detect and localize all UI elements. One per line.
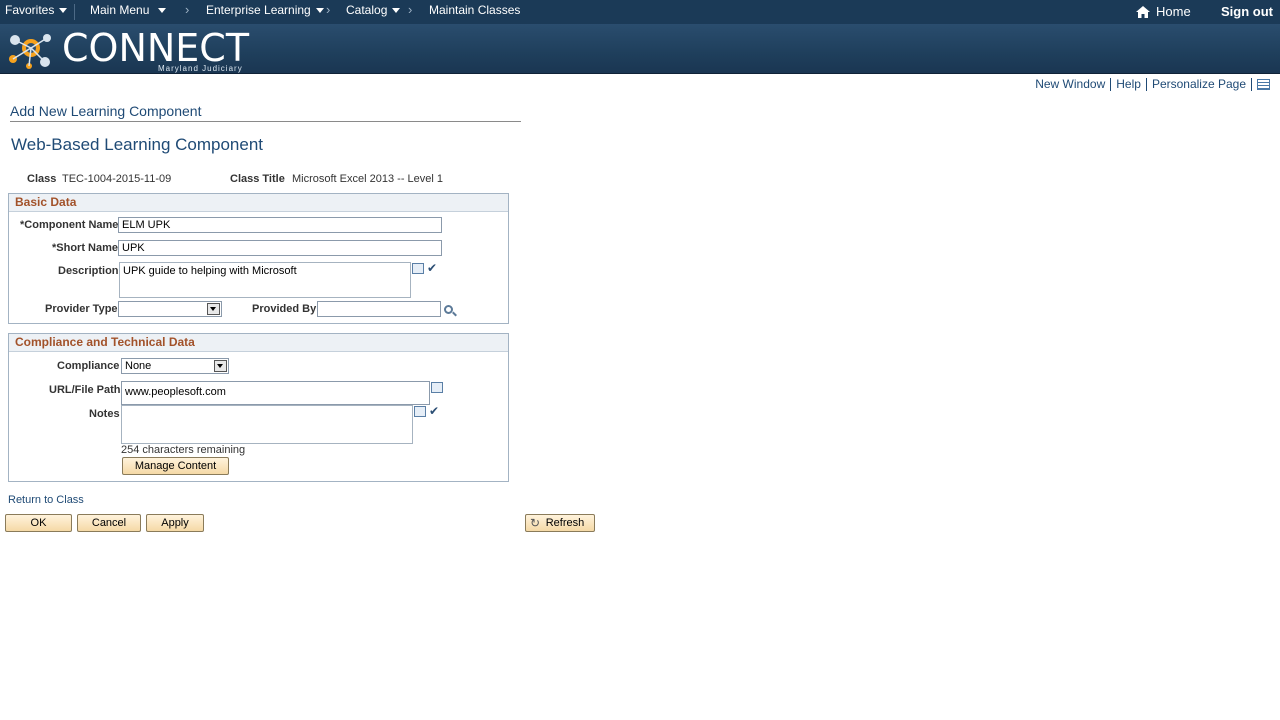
component-name-label: *Component Name <box>20 219 119 231</box>
notes-textarea[interactable] <box>121 405 413 444</box>
breadcrumb-separator-icon: › <box>408 2 413 17</box>
spell-check-icon[interactable]: ✔ <box>429 405 441 417</box>
notes-label: Notes <box>89 408 120 420</box>
page-title: Web-Based Learning Component <box>11 135 264 154</box>
description-label: Description <box>58 265 119 277</box>
connect-logo-icon <box>9 34 51 69</box>
nav-divider <box>74 4 75 20</box>
provider-type-select[interactable] <box>118 301 222 317</box>
short-name-input[interactable]: UPK <box>118 240 442 256</box>
compliance-label: Compliance <box>57 360 120 372</box>
section-title: Add New Learning Component <box>10 103 202 119</box>
spell-check-icon[interactable]: ✔ <box>427 262 439 274</box>
provider-type-label: Provider Type <box>45 303 118 315</box>
favorites-menu[interactable]: Favorites <box>5 3 68 17</box>
class-title-label: Class Title <box>230 173 285 185</box>
short-name-label: *Short Name <box>52 242 119 254</box>
breadcrumb-separator-icon: › <box>326 2 331 17</box>
characters-remaining: 254 characters remaining <box>121 444 246 456</box>
maintain-classes-link[interactable]: Maintain Classes <box>429 3 520 17</box>
help-link[interactable]: Help <box>1116 77 1141 91</box>
link-divider <box>1145 77 1147 91</box>
top-navigation: Favorites Main Menu › Enterprise Learnin… <box>0 0 1280 24</box>
ok-button[interactable]: OK <box>5 514 72 532</box>
catalog-menu[interactable]: Catalog <box>346 3 401 17</box>
class-label: Class <box>27 173 57 185</box>
link-divider <box>1110 77 1112 91</box>
basic-data-heading: Basic Data <box>9 194 508 212</box>
header-banner: CONNECT Maryland Judiciary <box>0 24 1280 74</box>
class-title-value: Microsoft Excel 2013 -- Level 1 <box>292 173 444 185</box>
link-divider <box>1251 77 1252 91</box>
enterprise-learning-menu[interactable]: Enterprise Learning <box>206 3 324 17</box>
page-links: New Window Help Personalize Page <box>1035 77 1270 91</box>
manage-content-button[interactable]: Manage Content <box>122 457 229 475</box>
expand-text-icon[interactable] <box>431 382 443 393</box>
chevron-down-icon <box>158 7 167 13</box>
description-textarea[interactable]: UPK guide to helping with Microsoft <box>119 262 411 298</box>
new-window-link[interactable]: New Window <box>1035 77 1105 91</box>
title-divider <box>10 121 521 122</box>
chevron-down-icon <box>315 7 324 13</box>
logo-subtitle: Maryland Judiciary <box>158 64 243 73</box>
refresh-button[interactable]: ↻ Refresh <box>525 514 595 532</box>
expand-text-icon[interactable] <box>412 263 424 274</box>
home-icon <box>1136 5 1150 18</box>
chevron-down-icon <box>392 7 401 13</box>
class-value: TEC-1004-2015-11-09 <box>62 173 172 185</box>
breadcrumb-separator-icon: › <box>185 2 190 17</box>
home-link[interactable]: Home <box>1135 4 1191 19</box>
compliance-select[interactable]: None <box>121 358 229 374</box>
compliance-heading: Compliance and Technical Data <box>9 334 508 352</box>
main-menu[interactable]: Main Menu <box>90 3 167 17</box>
personalize-page-link[interactable]: Personalize Page <box>1152 77 1246 91</box>
layout-grid-icon[interactable] <box>1257 78 1270 90</box>
component-name-input[interactable]: ELM UPK <box>118 217 442 233</box>
apply-button[interactable]: Apply <box>146 514 204 532</box>
dropdown-arrow-icon <box>214 360 227 372</box>
chevron-down-icon <box>59 7 68 13</box>
dropdown-arrow-icon <box>207 303 220 315</box>
url-label: URL/File Path <box>49 384 121 396</box>
search-icon[interactable] <box>444 305 453 314</box>
sign-out-link[interactable]: Sign out <box>1221 4 1273 19</box>
url-input[interactable]: www.peoplesoft.com <box>121 381 430 405</box>
cancel-button[interactable]: Cancel <box>77 514 141 532</box>
provided-by-input[interactable] <box>317 301 441 317</box>
expand-text-icon[interactable] <box>414 406 426 417</box>
refresh-icon: ↻ <box>530 516 541 530</box>
provided-by-label: Provided By <box>252 303 317 315</box>
return-to-class-link[interactable]: Return to Class <box>8 494 84 506</box>
